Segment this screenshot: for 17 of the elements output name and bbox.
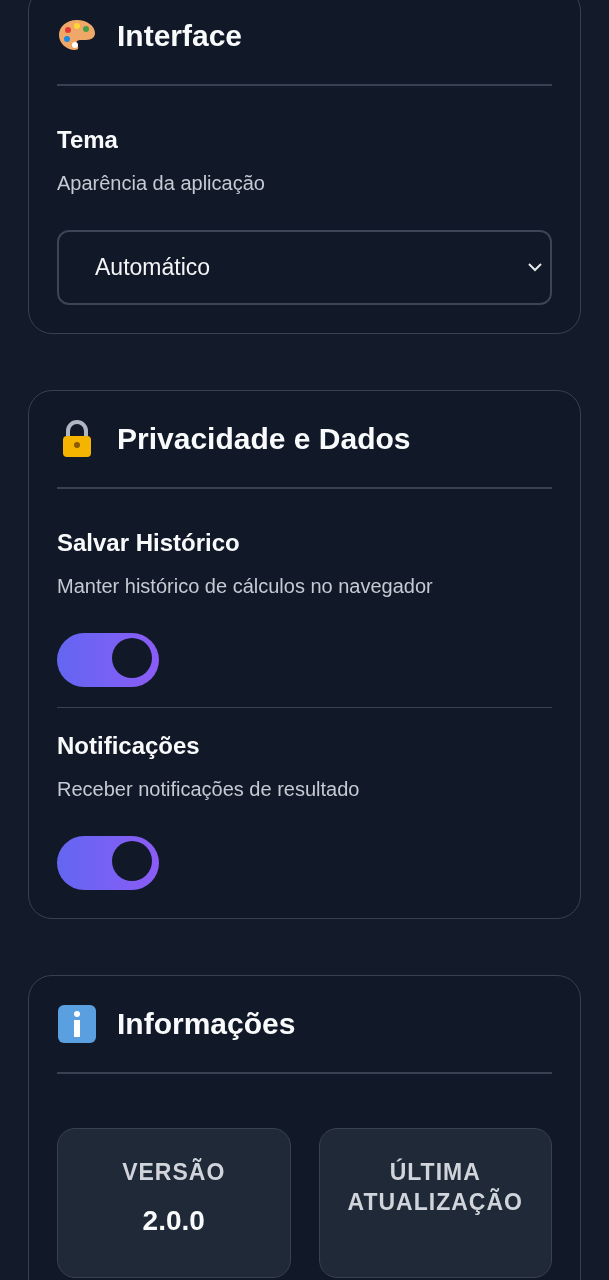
setting-label: Salvar Histórico: [57, 529, 241, 557]
info-icon: [57, 1005, 97, 1043]
setting-label: Tema: [57, 126, 119, 154]
toggle-switch[interactable]: [57, 836, 159, 890]
setting-description: Manter histórico de cálculos no navegador: [57, 574, 434, 599]
setting-label: Notificações: [57, 732, 201, 760]
section-title: Interface: [117, 19, 243, 53]
info-label: ÚLTIMA ATUALIZAÇÃO: [346, 1157, 524, 1217]
info-value: 2.0.0: [142, 1205, 205, 1237]
setting-description: Receber notificações de resultado: [57, 777, 361, 802]
theme-select[interactable]: Automático: [57, 230, 552, 305]
toggle-switch[interactable]: [57, 633, 159, 687]
chevron-icon: [528, 263, 542, 272]
section-title: Privacidade e Dados: [117, 422, 411, 456]
setting-description: Aparência da aplicação: [57, 171, 266, 196]
info-label: VERSÃO: [122, 1157, 226, 1187]
section-title: Informações: [117, 1007, 296, 1041]
